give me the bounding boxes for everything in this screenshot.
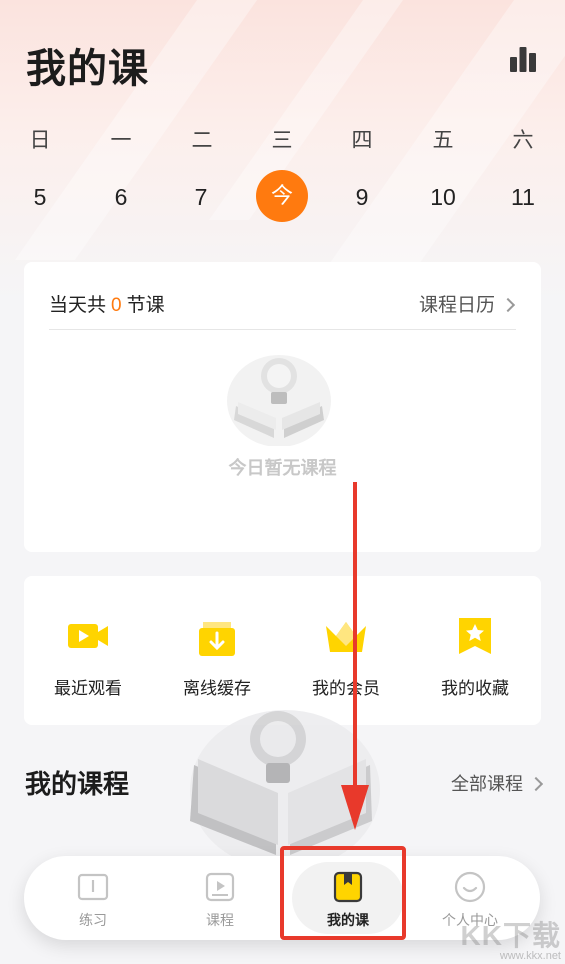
tab-label: 课程 [206,912,234,928]
quick-action-offline[interactable]: 离线缓存 [167,612,267,699]
lightbulb-book-icon [224,346,334,447]
download-icon [193,612,241,660]
video-icon [64,612,112,660]
weekday-label: 一 [110,129,132,152]
quick-action-recent[interactable]: 最近观看 [38,612,138,699]
quick-action-label: 离线缓存 [183,679,251,698]
chevron-right-icon [500,297,516,313]
today-count-number: 0 [111,295,122,316]
course-calendar-link[interactable]: 课程日历 [418,290,516,317]
quick-action-label: 最近观看 [54,679,122,698]
bar-chart-icon[interactable] [508,44,538,74]
tab-courses[interactable]: 课程 [175,870,265,930]
date-cell[interactable]: 9 [334,184,390,211]
date-cell[interactable]: 7 [173,184,229,211]
date-cell[interactable]: 10 [415,184,471,211]
weekday-label: 三 [271,129,293,152]
star-bookmark-icon [451,612,499,660]
weekday-label: 五 [432,129,454,152]
today-count-suffix: 节课 [126,295,165,316]
weekday-label: 二 [191,129,213,152]
quick-actions-card: 最近观看 离线缓存 我的会员 我的收藏 [24,576,541,725]
weekday-label: 四 [351,129,373,152]
my-courses-title: 我的课程 [25,769,130,799]
tab-highlight-annotation [280,846,406,940]
all-courses-link[interactable]: 全部课程 [451,770,544,796]
all-courses-label: 全部课程 [451,774,523,794]
tab-label: 练习 [79,912,107,928]
tab-practice[interactable]: 练习 [48,870,138,930]
weekday-label: 六 [512,129,534,152]
today-course-count: 当天共 0 节课 [49,290,165,317]
watermark-main: KK下载 [460,920,561,951]
today-count-prefix: 当天共 [49,295,107,316]
date-cell-today[interactable]: 今 [256,170,308,222]
quick-action-label: 我的收藏 [441,679,509,698]
course-calendar-label: 课程日历 [418,295,495,316]
red-arrow-annotation [341,482,369,830]
watermark: KK下载 www.kkx.net [461,914,561,962]
date-cell[interactable]: 5 [12,184,68,211]
play-icon [203,870,237,904]
date-cell[interactable]: 6 [93,184,149,211]
quick-action-favorites[interactable]: 我的收藏 [425,612,525,699]
chevron-right-icon [528,776,544,792]
date-cell[interactable]: 11 [495,184,551,211]
weekday-label: 日 [29,129,51,152]
profile-icon [453,870,487,904]
divider [49,329,516,330]
today-schedule-card: 当天共 0 节课 课程日历 今日暂无课程 [24,262,541,552]
page-title: 我的课 [26,47,149,91]
date-row: 5 6 7 今 9 10 11 [0,170,565,224]
book-icon [76,870,110,904]
empty-state-text: 今日暂无课程 [228,458,337,478]
weekday-row: 日 一 二 三 四 五 六 [0,118,565,154]
